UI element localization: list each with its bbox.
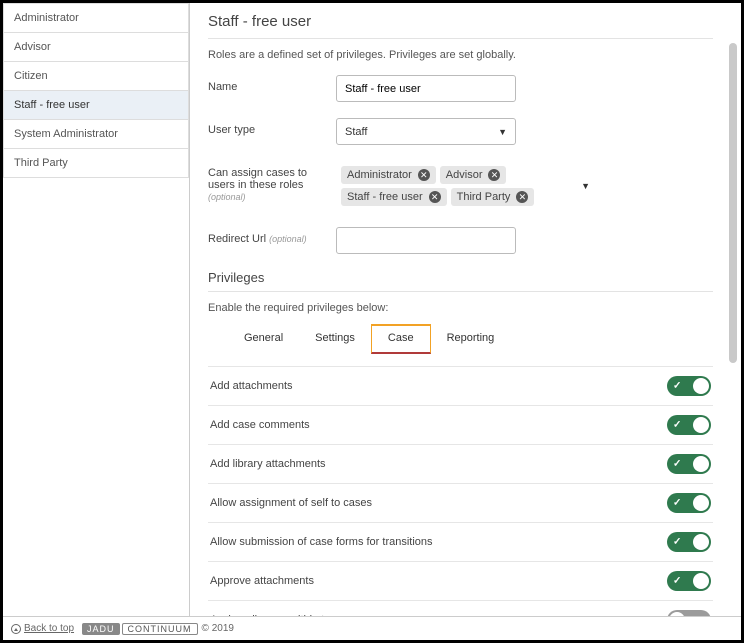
chevron-down-icon: ▼ bbox=[581, 181, 590, 191]
check-icon: ✓ bbox=[673, 381, 681, 392]
privilege-row: Allow assignment of self to cases ✓ bbox=[208, 483, 713, 522]
main-panel: Staff - free user Roles are a defined se… bbox=[189, 3, 741, 616]
sidebar-item-citizen[interactable]: Citizen bbox=[3, 61, 189, 91]
privilege-row: Add attachments ✓ bbox=[208, 366, 713, 405]
assign-label: Can assign cases to users in these roles… bbox=[208, 161, 336, 203]
redirect-input[interactable] bbox=[336, 227, 516, 254]
remove-tag-icon[interactable]: ✕ bbox=[516, 191, 528, 203]
privilege-row: Add case comments ✓ bbox=[208, 405, 713, 444]
user-type-label: User type bbox=[208, 118, 336, 136]
page-title: Staff - free user bbox=[208, 13, 713, 39]
privilege-toggle[interactable]: ✓ bbox=[667, 376, 711, 396]
privilege-toggle[interactable]: ✓ bbox=[667, 532, 711, 552]
check-icon: ✓ bbox=[673, 576, 681, 587]
redirect-label: Redirect Url (optional) bbox=[208, 227, 336, 245]
tab-reporting[interactable]: Reporting bbox=[431, 324, 511, 354]
privilege-label: Approve attachments bbox=[210, 575, 314, 587]
privilege-label: Add case comments bbox=[210, 419, 310, 431]
assign-roles-multiselect[interactable]: Administrator✕Advisor✕ Staff - free user✕… bbox=[336, 161, 596, 211]
privilege-row: Approve attachments ✓ bbox=[208, 561, 713, 600]
user-type-select[interactable]: Staff ▼ bbox=[336, 118, 516, 145]
check-icon: ✓ bbox=[673, 459, 681, 470]
role-tag: Staff - free user✕ bbox=[341, 188, 447, 206]
check-icon: ✓ bbox=[673, 537, 681, 548]
remove-tag-icon[interactable]: ✕ bbox=[488, 169, 500, 181]
privilege-toggle[interactable]: ✓ bbox=[667, 493, 711, 513]
user-type-value: Staff bbox=[345, 126, 367, 138]
sidebar: AdministratorAdvisorCitizenStaff - free … bbox=[3, 3, 189, 616]
copyright: © 2019 bbox=[202, 623, 234, 634]
sidebar-item-administrator[interactable]: Administrator bbox=[3, 3, 189, 33]
privilege-label: Add attachments bbox=[210, 380, 293, 392]
privileges-description: Enable the required privileges below: bbox=[208, 302, 713, 314]
scrollbar[interactable] bbox=[729, 43, 737, 363]
up-arrow-icon bbox=[11, 624, 21, 634]
footer: Back to top JADU CONTINUUM © 2019 bbox=[3, 616, 741, 640]
remove-tag-icon[interactable]: ✕ bbox=[429, 191, 441, 203]
remove-tag-icon[interactable]: ✕ bbox=[418, 169, 430, 181]
tab-case[interactable]: Case bbox=[371, 324, 431, 354]
privilege-toggle[interactable]: ✓ bbox=[667, 571, 711, 591]
privilege-tabs: GeneralSettingsCaseReporting bbox=[228, 324, 713, 354]
privilege-toggle[interactable]: ✓ bbox=[667, 454, 711, 474]
page-description: Roles are a defined set of privileges. P… bbox=[208, 49, 713, 61]
privilege-row: Assign all users within type bbox=[208, 600, 713, 616]
back-to-top-link[interactable]: Back to top bbox=[11, 623, 74, 634]
sidebar-item-staff-free-user[interactable]: Staff - free user bbox=[3, 90, 189, 120]
tab-general[interactable]: General bbox=[228, 324, 299, 354]
check-icon: ✓ bbox=[673, 498, 681, 509]
privilege-label: Allow assignment of self to cases bbox=[210, 497, 372, 509]
name-input[interactable] bbox=[336, 75, 516, 102]
sidebar-item-system-administrator[interactable]: System Administrator bbox=[3, 119, 189, 149]
tab-settings[interactable]: Settings bbox=[299, 324, 371, 354]
privileges-title: Privileges bbox=[208, 270, 713, 292]
check-icon: ✓ bbox=[673, 420, 681, 431]
privilege-row: Allow submission of case forms for trans… bbox=[208, 522, 713, 561]
privilege-row: Add library attachments ✓ bbox=[208, 444, 713, 483]
privilege-label: Add library attachments bbox=[210, 458, 326, 470]
privilege-label: Allow submission of case forms for trans… bbox=[210, 536, 433, 548]
sidebar-item-advisor[interactable]: Advisor bbox=[3, 32, 189, 62]
role-tag: Administrator✕ bbox=[341, 166, 436, 184]
chevron-down-icon: ▼ bbox=[498, 127, 507, 137]
sidebar-item-third-party[interactable]: Third Party bbox=[3, 148, 189, 178]
brand-logo-continuum: CONTINUUM bbox=[122, 623, 198, 635]
privilege-toggle[interactable]: ✓ bbox=[667, 415, 711, 435]
role-tag: Advisor✕ bbox=[440, 166, 507, 184]
name-label: Name bbox=[208, 75, 336, 93]
role-tag: Third Party✕ bbox=[451, 188, 535, 206]
brand-logo-jadu: JADU bbox=[82, 623, 120, 635]
